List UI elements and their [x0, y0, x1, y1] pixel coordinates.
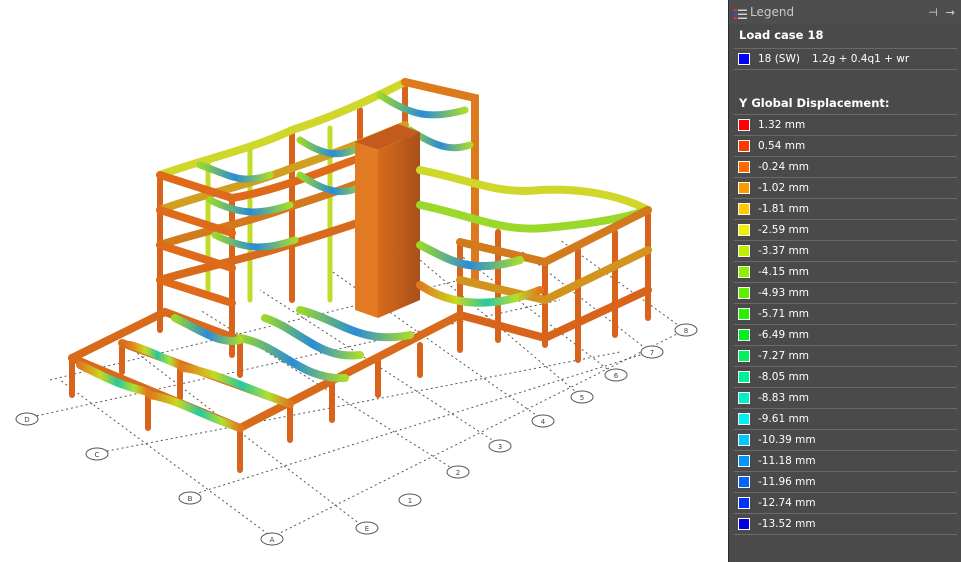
legend-title: Legend — [750, 5, 795, 19]
result-title: Y Global Displacement: — [739, 96, 890, 110]
grid-bubble-label: 7 — [650, 349, 654, 357]
scale-row: -4.15 mm — [734, 262, 957, 283]
model-viewport[interactable]: A B C D E 1 2 3 4 5 6 7 8 — [0, 0, 727, 562]
scale-row: -6.49 mm — [734, 325, 957, 346]
scale-swatch — [738, 413, 750, 425]
ground-frame — [68, 306, 464, 473]
scale-swatch — [738, 245, 750, 257]
grid-bubble-label: 3 — [498, 443, 502, 451]
legend-header: Legend ⊣ → — [729, 0, 961, 24]
scale-label: -8.83 mm — [758, 392, 809, 404]
scale-row: -11.18 mm — [734, 451, 957, 472]
scale-row: 1.32 mm — [734, 114, 957, 136]
scale-swatch — [738, 308, 750, 320]
grid-bubble-label: 4 — [541, 418, 546, 426]
scale-row: -10.39 mm — [734, 430, 957, 451]
scale-label: -9.61 mm — [758, 413, 809, 425]
grid-bubble-label: D — [24, 416, 29, 424]
right-block — [416, 166, 652, 363]
grid-bubble-label: 5 — [580, 394, 584, 402]
scale-row: -13.52 mm — [734, 514, 957, 535]
legend-list-icon — [734, 6, 747, 19]
scale-row: -4.93 mm — [734, 283, 957, 304]
scale-swatch — [738, 119, 750, 131]
scale-row: -1.81 mm — [734, 199, 957, 220]
scale-swatch — [738, 161, 750, 173]
scale-row: -9.61 mm — [734, 409, 957, 430]
scale-swatch — [738, 182, 750, 194]
scale-label: -1.02 mm — [758, 182, 809, 194]
scale-swatch — [738, 287, 750, 299]
scale-swatch — [738, 455, 750, 467]
load-case-title: Load case 18 — [739, 28, 824, 42]
arrow-right-icon[interactable]: → — [946, 6, 955, 19]
scale-label: -12.74 mm — [758, 497, 816, 509]
grid-bubble-label: 6 — [614, 372, 619, 380]
scale-row: 0.54 mm — [734, 136, 957, 157]
scale-row: -0.24 mm — [734, 157, 957, 178]
scale-label: -7.27 mm — [758, 350, 809, 362]
scale-swatch — [738, 476, 750, 488]
scale-label: -4.15 mm — [758, 266, 809, 278]
scale-label: -1.81 mm — [758, 203, 809, 215]
scale-label: -6.49 mm — [758, 329, 809, 341]
scale-row: -8.05 mm — [734, 367, 957, 388]
scale-swatch — [738, 497, 750, 509]
legend-panel[interactable]: Legend ⊣ → Load case 18 18 (SW) 1.2g + 0… — [728, 0, 961, 562]
concrete-core — [355, 124, 420, 318]
scale-swatch — [738, 392, 750, 404]
scale-label: -8.05 mm — [758, 371, 809, 383]
scale-row: -8.83 mm — [734, 388, 957, 409]
scale-swatch — [738, 434, 750, 446]
scale-swatch — [738, 140, 750, 152]
scale-label: -5.71 mm — [758, 308, 809, 320]
scale-row: -12.74 mm — [734, 493, 957, 514]
load-case-name: 18 (SW) — [758, 53, 800, 65]
pin-icon[interactable]: ⊣ — [928, 6, 938, 19]
grid-bubble-label: A — [270, 536, 275, 544]
scale-swatch — [738, 518, 750, 530]
scale-label: -11.96 mm — [758, 476, 816, 488]
scale-label: -0.24 mm — [758, 161, 809, 173]
grid-bubble-label: E — [365, 525, 369, 533]
grid-bubble-label: 1 — [408, 497, 412, 505]
scale-row: -7.27 mm — [734, 346, 957, 367]
scale-row: -5.71 mm — [734, 304, 957, 325]
scale-swatch — [738, 203, 750, 215]
scale-swatch — [738, 224, 750, 236]
scale-row: -2.59 mm — [734, 220, 957, 241]
load-case-row: 18 (SW) 1.2g + 0.4q1 + wr — [734, 48, 957, 70]
grid-bubble-label: 8 — [684, 327, 688, 335]
scale-label: 0.54 mm — [758, 140, 806, 152]
grid-bubble-label: 2 — [456, 469, 460, 477]
scale-label: -3.37 mm — [758, 245, 809, 257]
load-case-combo: 1.2g + 0.4q1 + wr — [811, 53, 910, 65]
grid-bubble-label: C — [95, 451, 100, 459]
scale-swatch — [738, 350, 750, 362]
scale-swatch — [738, 371, 750, 383]
scale-label: 1.32 mm — [758, 119, 806, 131]
scale-label: -13.52 mm — [758, 518, 816, 530]
scale-row: -3.37 mm — [734, 241, 957, 262]
scale-label: -2.59 mm — [758, 224, 809, 236]
scale-label: -4.93 mm — [758, 287, 809, 299]
scale-swatch — [738, 329, 750, 341]
color-scale: 1.32 mm 0.54 mm -0.24 mm -1.02 mm -1.81 mm -2… — [729, 114, 961, 535]
structure-render[interactable]: A B C D E 1 2 3 4 5 6 7 8 — [0, 0, 727, 562]
load-case-swatch — [738, 53, 750, 65]
scale-label: -10.39 mm — [758, 434, 816, 446]
scale-row: -1.02 mm — [734, 178, 957, 199]
scale-swatch — [738, 266, 750, 278]
scale-label: -11.18 mm — [758, 455, 816, 467]
scale-row: -11.96 mm — [734, 472, 957, 493]
grid-bubble-label: B — [188, 495, 193, 503]
